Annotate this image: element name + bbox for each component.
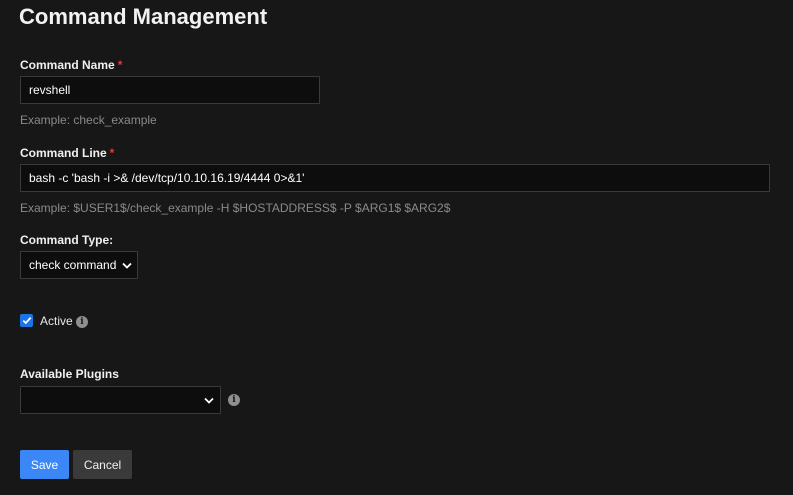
required-marker: * (109, 146, 115, 160)
page-title: Command Management (19, 4, 268, 29)
cancel-button[interactable]: Cancel (73, 450, 132, 479)
info-icon[interactable]: i (76, 316, 88, 328)
command-line-input[interactable] (20, 164, 770, 192)
command-type-label: Command Type: (20, 233, 114, 247)
command-type-select[interactable]: check command (20, 251, 138, 279)
chevron-down-icon (122, 262, 133, 269)
command-management-page: Command Management Command Name* Example… (0, 0, 793, 495)
command-type-selected: check command (29, 258, 117, 272)
command-line-label: Command Line * (20, 146, 114, 160)
chevron-down-icon (204, 397, 214, 404)
command-name-label-text: Command Name (20, 58, 115, 72)
active-label: Active (40, 314, 73, 328)
required-marker: * (117, 58, 123, 72)
check-icon (22, 316, 31, 325)
save-button[interactable]: Save (20, 450, 69, 479)
command-line-label-text: Command Line (20, 146, 107, 160)
command-name-input[interactable] (20, 76, 320, 104)
info-icon[interactable]: i (228, 394, 240, 406)
available-plugins-select[interactable] (20, 386, 221, 414)
active-checkbox[interactable] (20, 314, 33, 327)
command-name-label: Command Name * (20, 58, 122, 72)
command-line-help: Example: $USER1$/check_example -H $HOSTA… (20, 201, 451, 215)
available-plugins-label: Available Plugins (20, 367, 119, 381)
command-name-help: Example: check_example (20, 113, 157, 127)
